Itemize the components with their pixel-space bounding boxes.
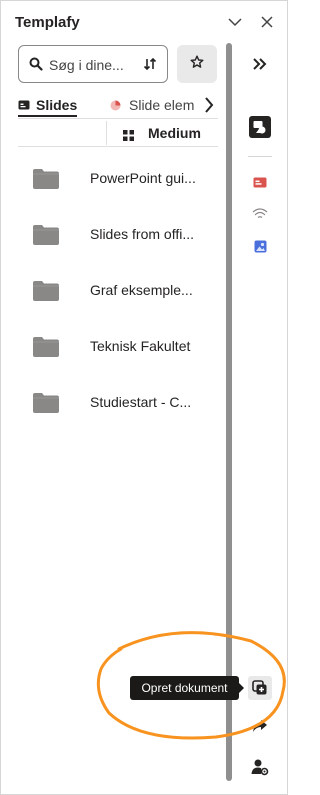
folder-item[interactable]: Slides from offi...: [18, 207, 218, 263]
tab-label: Slide elem: [129, 97, 195, 113]
chevron-right-icon[interactable]: [200, 95, 218, 115]
folder-item[interactable]: Teknisk Fakultet: [18, 319, 218, 375]
tab-slides[interactable]: Slides: [18, 93, 77, 117]
content-tabs: Slides Slide elem: [18, 93, 218, 119]
grid-view-icon[interactable]: [123, 128, 134, 146]
view-size-bar: Medium: [18, 119, 218, 147]
scrollbar-thumb[interactable]: [226, 43, 232, 781]
view-size-selector[interactable]: Medium: [148, 125, 201, 141]
folder-icon: [33, 337, 59, 362]
pane-title: Templafy: [15, 14, 80, 31]
title-bar: Templafy: [1, 1, 287, 41]
tab-label: Slides: [36, 97, 78, 113]
chart-pie-icon: [110, 100, 121, 111]
templafy-task-pane: Templafy Slides: [0, 0, 288, 795]
folder-icon: [33, 393, 59, 418]
user-settings-icon[interactable]: [249, 756, 271, 778]
search-box[interactable]: [18, 45, 168, 83]
search-icon: [29, 57, 43, 76]
sort-filter-icon[interactable]: [143, 57, 157, 76]
templafy-library-icon[interactable]: [249, 116, 271, 138]
folder-list: PowerPoint gui... Slides from offi... Gr…: [18, 151, 218, 431]
folder-item[interactable]: Graf eksemple...: [18, 263, 218, 319]
folder-name: PowerPoint gui...: [90, 170, 196, 186]
star-icon: [190, 55, 204, 74]
folder-item[interactable]: PowerPoint gui...: [18, 151, 218, 207]
folder-item[interactable]: Studiestart - C...: [18, 375, 218, 431]
slides-icon: [18, 100, 30, 110]
tooltip: Opret dokument: [130, 676, 239, 700]
share-icon[interactable]: [249, 715, 271, 737]
tab-slide-elements[interactable]: Slide elem: [110, 93, 198, 117]
favorites-button[interactable]: [177, 45, 217, 83]
collapse-panel-icon[interactable]: [249, 53, 271, 75]
folder-name: Slides from offi...: [90, 226, 195, 242]
search-input[interactable]: [49, 55, 139, 75]
scrollbar[interactable]: [226, 43, 232, 781]
close-icon[interactable]: [258, 13, 276, 31]
rail-divider: [248, 156, 272, 157]
chevron-down-icon[interactable]: [226, 13, 244, 31]
images-blue-icon[interactable]: [249, 235, 271, 257]
active-tab-indicator: [18, 115, 77, 117]
folder-name: Graf eksemple...: [90, 282, 193, 298]
folder-name: Teknisk Fakultet: [90, 338, 191, 354]
folder-icon: [33, 169, 59, 194]
create-document-icon[interactable]: [248, 676, 272, 700]
folder-icon: [33, 225, 59, 250]
tooltip-arrow: [239, 683, 244, 693]
folder-icon: [33, 281, 59, 306]
divider: [106, 121, 107, 145]
text-elements-icon[interactable]: [249, 202, 271, 224]
folder-name: Studiestart - C...: [90, 394, 192, 410]
slides-red-icon[interactable]: [249, 171, 271, 193]
